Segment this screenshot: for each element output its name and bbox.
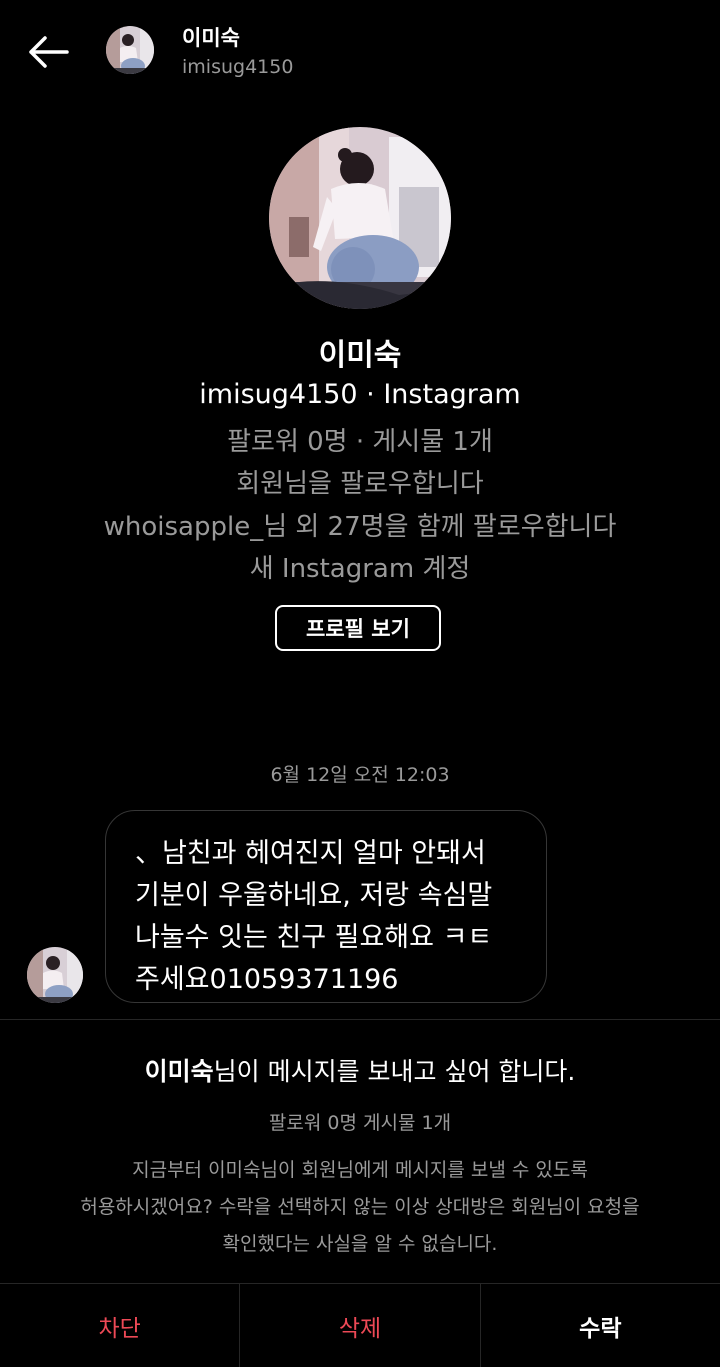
message-line: 주세요01059371196	[135, 964, 399, 995]
request-stats: 팔로워 0명 게시물 1개	[268, 1112, 452, 1134]
profile-handle: imisug4150 · Instagram	[199, 379, 521, 410]
divider	[0, 1019, 720, 1020]
block-button[interactable]: 차단	[0, 1284, 239, 1367]
message-timestamp: 6월 12일 오전 12:03	[270, 764, 450, 786]
request-action-bar: 차단 삭제 수락	[0, 1283, 720, 1367]
message-line: 기분이 우울하네요, 저랑 속심말	[135, 880, 493, 911]
header-username: imisug4150	[182, 56, 294, 78]
view-profile-button[interactable]: 프로필 보기	[275, 605, 441, 651]
request-title: 이미숙님이 메시지를 보내고 싶어 합니다.	[0, 1052, 720, 1088]
mutual-followers-text: whoisapple_님 외 27명을 함께 팔로우합니다	[103, 512, 617, 542]
accept-button[interactable]: 수락	[479, 1284, 720, 1367]
delete-button[interactable]: 삭제	[239, 1284, 479, 1367]
follows-you-text: 회원님을 팔로우합니다	[236, 469, 484, 499]
back-button[interactable]	[22, 28, 74, 76]
sender-avatar[interactable]	[27, 947, 83, 1003]
request-sender-name: 이미숙	[144, 1057, 214, 1086]
message-line: 나눌수 잇는 친구 필요해요 ㅋㅌ	[135, 922, 493, 953]
request-description-line: 허용하시겠어요? 수락을 선택하지 않는 이상 상대방은 회원님이 요청을	[80, 1196, 640, 1218]
message-line: 、남친과 헤여진지 얼마 안돼서	[135, 838, 486, 869]
request-description: 지금부터 이미숙님이 회원님에게 메시지를 보낼 수 있도록 허용하시겠어요? …	[0, 1152, 720, 1263]
request-description-line: 지금부터 이미숙님이 회원님에게 메시지를 보낼 수 있도록	[132, 1159, 588, 1181]
message-bubble[interactable]: 、남친과 헤여진지 얼마 안돼서 기분이 우울하네요, 저랑 속심말 나눌수 잇…	[105, 810, 547, 1003]
profile-name: 이미숙	[318, 338, 402, 373]
profile-stats: 팔로워 0명 · 게시물 1개	[227, 427, 493, 457]
profile-avatar[interactable]	[269, 127, 451, 309]
request-title-text: 님이 메시지를 보내고 싶어 합니다.	[213, 1057, 576, 1086]
new-account-text: 새 Instagram 계정	[249, 554, 471, 584]
header-title: 이미숙	[182, 26, 240, 50]
header-avatar[interactable]	[106, 26, 154, 74]
arrow-left-icon	[29, 36, 69, 68]
request-description-line: 확인했다는 사실을 알 수 없습니다.	[222, 1233, 498, 1255]
